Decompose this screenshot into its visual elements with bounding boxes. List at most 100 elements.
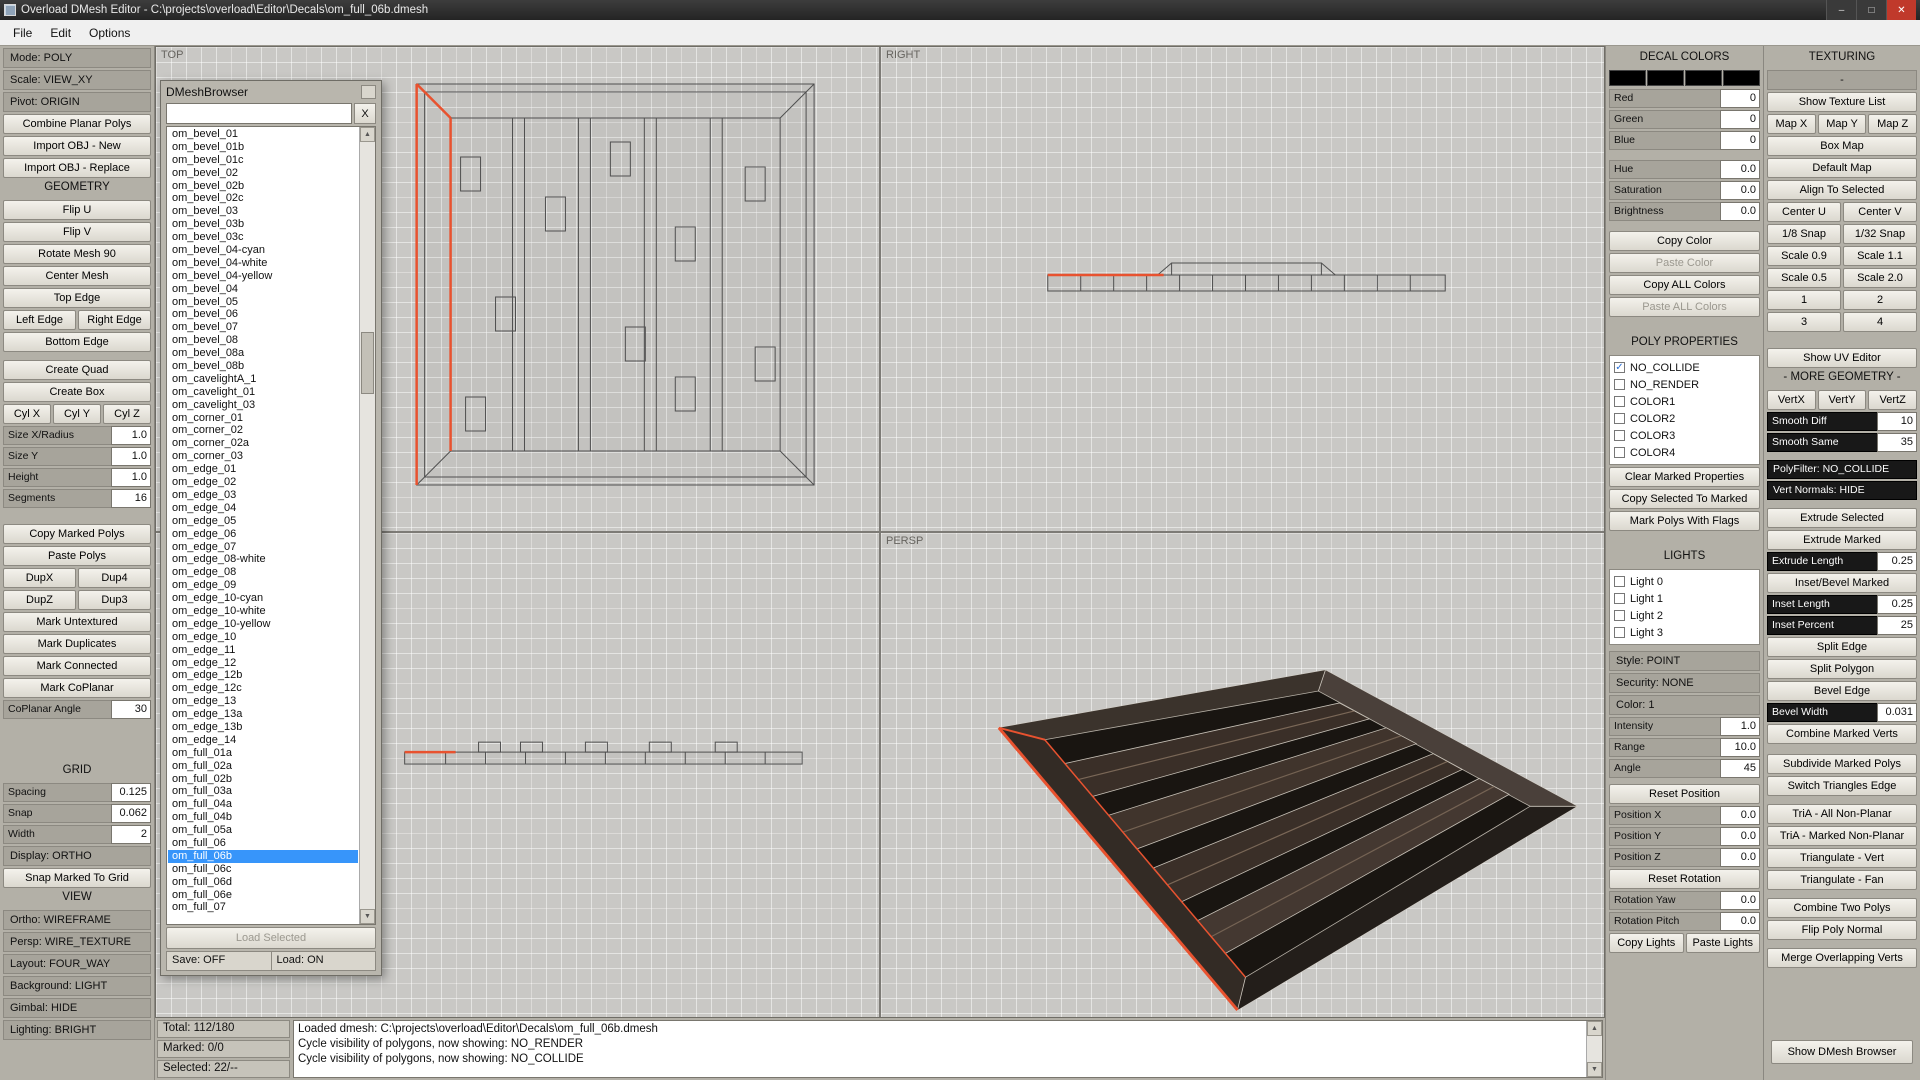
- cyl-z-button[interactable]: Cyl Z: [103, 404, 151, 424]
- default-map-button[interactable]: Default Map: [1767, 158, 1917, 178]
- dup3-button[interactable]: Dup3: [78, 590, 151, 610]
- list-item[interactable]: om_edge_13a: [168, 708, 358, 721]
- vertz-button[interactable]: VertZ: [1868, 390, 1917, 410]
- import-obj-replace-button[interactable]: Import OBJ - Replace: [3, 158, 151, 178]
- list-item[interactable]: om_edge_08-white: [168, 553, 358, 566]
- tria-all-non-planar-button[interactable]: TriA - All Non-Planar: [1767, 804, 1917, 824]
- bevel-width-input[interactable]: 0.031: [1877, 703, 1917, 722]
- extrude-selected-button[interactable]: Extrude Selected: [1767, 508, 1917, 528]
- list-item[interactable]: om_bevel_02c: [168, 192, 358, 205]
- list-item[interactable]: om_edge_13b: [168, 721, 358, 734]
- list-item[interactable]: om_bevel_05: [168, 296, 358, 309]
- save-state-toggle[interactable]: Save: OFF: [167, 952, 271, 970]
- list-item[interactable]: om_cavelight_03: [168, 399, 358, 412]
- copy-lights-button[interactable]: Copy Lights: [1609, 933, 1684, 953]
- light-1-checkbox[interactable]: Light 1: [1614, 590, 1755, 607]
- copy-color-button[interactable]: Copy Color: [1609, 231, 1760, 251]
- display-ortho-toggle[interactable]: Display: ORTHO: [3, 846, 151, 866]
- light-2-checkbox[interactable]: Light 2: [1614, 607, 1755, 624]
- create-quad-button[interactable]: Create Quad: [3, 360, 151, 380]
- show-uv-editor-button[interactable]: Show UV Editor: [1767, 348, 1917, 368]
- list-item[interactable]: om_full_06: [168, 837, 358, 850]
- list-item[interactable]: om_edge_01: [168, 463, 358, 476]
- list-item[interactable]: om_full_03a: [168, 785, 358, 798]
- smooth-diff-input[interactable]: 10: [1877, 412, 1917, 431]
- intensity-input[interactable]: 1.0: [1720, 717, 1760, 736]
- align-to-selected-button[interactable]: Align To Selected: [1767, 180, 1917, 200]
- list-item[interactable]: om_bevel_02: [168, 167, 358, 180]
- list-item[interactable]: om_bevel_04: [168, 283, 358, 296]
- right-edge-button[interactable]: Right Edge: [78, 310, 151, 330]
- list-item[interactable]: om_corner_03: [168, 450, 358, 463]
- viewport-right[interactable]: RIGHT: [881, 47, 1604, 531]
- color-1-toggle[interactable]: Color: 1: [1609, 695, 1760, 715]
- brightness-input[interactable]: 0.0: [1720, 202, 1760, 221]
- menu-edit[interactable]: Edit: [41, 23, 80, 43]
- list-item[interactable]: om_edge_12: [168, 657, 358, 670]
- close-button[interactable]: ✕: [1886, 0, 1916, 20]
- background-light-toggle[interactable]: Background: LIGHT: [3, 976, 151, 996]
- dup4-button[interactable]: Dup4: [78, 568, 151, 588]
- scroll-down-icon[interactable]: ▼: [360, 909, 375, 924]
- list-item[interactable]: om_bevel_01: [168, 128, 358, 141]
- list-item[interactable]: om_cavelightA_1: [168, 373, 358, 386]
- flip-v-button[interactable]: Flip V: [3, 222, 151, 242]
- menu-file[interactable]: File: [4, 23, 41, 43]
- scale-view-xy-toggle[interactable]: Scale: VIEW_XY: [3, 70, 151, 90]
- ortho-wireframe-toggle[interactable]: Ortho: WIREFRAME: [3, 910, 151, 930]
- paste-all-colors-button[interactable]: Paste ALL Colors: [1609, 297, 1760, 317]
- blue-input[interactable]: 0: [1720, 131, 1760, 150]
- scale-0-5-button[interactable]: Scale 0.5: [1767, 268, 1841, 288]
- list-item[interactable]: om_edge_06: [168, 528, 358, 541]
- rotate-mesh-90-button[interactable]: Rotate Mesh 90: [3, 244, 151, 264]
- color2-checkbox[interactable]: COLOR2: [1614, 410, 1755, 427]
- vert-normals-hide-toggle[interactable]: Vert Normals: HIDE: [1767, 481, 1917, 500]
- list-item[interactable]: om_edge_07: [168, 541, 358, 554]
- list-item[interactable]: om_full_04a: [168, 798, 358, 811]
- scale-1-1-button[interactable]: Scale 1.1: [1843, 246, 1917, 266]
- list-item[interactable]: om_edge_12c: [168, 682, 358, 695]
- menu-options[interactable]: Options: [80, 23, 139, 43]
- rotation-pitch-input[interactable]: 0.0: [1720, 912, 1760, 931]
- list-item[interactable]: om_full_02a: [168, 760, 358, 773]
- size-x-radius-input[interactable]: 1.0: [111, 426, 151, 445]
- height-input[interactable]: 1.0: [111, 468, 151, 487]
- load-selected-button[interactable]: Load Selected: [166, 927, 376, 949]
- list-item[interactable]: om_full_06b: [168, 850, 358, 863]
- mesh-file-list[interactable]: om_bevel_01om_bevel_01bom_bevel_01com_be…: [166, 126, 376, 925]
- list-item[interactable]: om_bevel_06: [168, 308, 358, 321]
- snap-input[interactable]: 0.062: [111, 804, 151, 823]
- scale-0-9-button[interactable]: Scale 0.9: [1767, 246, 1841, 266]
- light-3-checkbox[interactable]: Light 3: [1614, 624, 1755, 641]
- list-item[interactable]: om_bevel_03b: [168, 218, 358, 231]
- blank-toggle[interactable]: -: [1767, 70, 1917, 90]
- position-x-input[interactable]: 0.0: [1720, 806, 1760, 825]
- snap-marked-to-grid-button[interactable]: Snap Marked To Grid: [3, 868, 151, 888]
- list-item[interactable]: om_bevel_02b: [168, 180, 358, 193]
- list-item[interactable]: om_edge_03: [168, 489, 358, 502]
- list-item[interactable]: om_bevel_08a: [168, 347, 358, 360]
- scroll-down-icon[interactable]: ▼: [1587, 1062, 1602, 1077]
- maximize-button[interactable]: □: [1856, 0, 1886, 20]
- map-y-button[interactable]: Map Y: [1818, 114, 1867, 134]
- combine-marked-verts-button[interactable]: Combine Marked Verts: [1767, 724, 1917, 744]
- list-item[interactable]: om_edge_10-white: [168, 605, 358, 618]
- no-collide-checkbox[interactable]: ✓NO_COLLIDE: [1614, 359, 1755, 376]
- angle-input[interactable]: 45: [1720, 759, 1760, 778]
- clear-marked-properties-button[interactable]: Clear Marked Properties: [1609, 467, 1760, 487]
- load-state-toggle[interactable]: Load: ON: [271, 952, 376, 970]
- dmesh-browser-titlebar[interactable]: DMeshBrowser: [162, 82, 380, 102]
- list-scrollbar[interactable]: ▲ ▼: [359, 127, 375, 924]
- list-item[interactable]: om_bevel_04-cyan: [168, 244, 358, 257]
- position-z-input[interactable]: 0.0: [1720, 848, 1760, 867]
- list-item[interactable]: om_edge_13: [168, 695, 358, 708]
- spacing-input[interactable]: 0.125: [111, 783, 151, 802]
- color-swatch-0[interactable]: [1609, 70, 1646, 86]
- list-item[interactable]: om_full_05a: [168, 824, 358, 837]
- show-texture-list-button[interactable]: Show Texture List: [1767, 92, 1917, 112]
- list-item[interactable]: om_edge_04: [168, 502, 358, 515]
- paste-color-button[interactable]: Paste Color: [1609, 253, 1760, 273]
- split-polygon-button[interactable]: Split Polygon: [1767, 659, 1917, 679]
- list-item[interactable]: om_full_04b: [168, 811, 358, 824]
- combine-two-polys-button[interactable]: Combine Two Polys: [1767, 898, 1917, 918]
